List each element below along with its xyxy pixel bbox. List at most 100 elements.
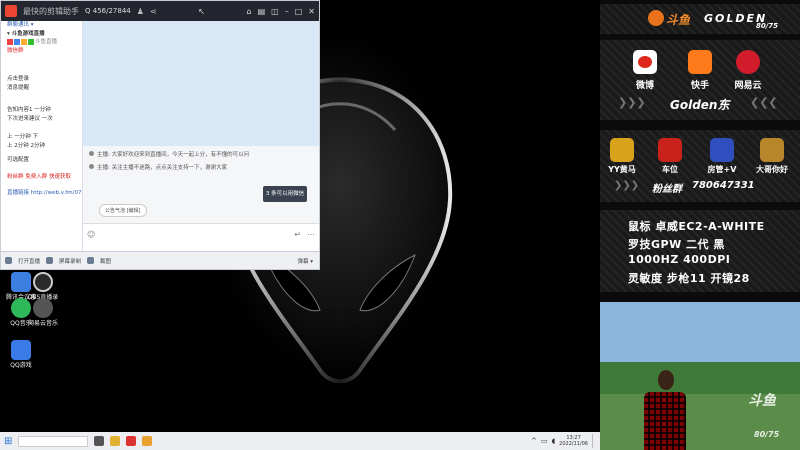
chevron-left-icon: ❯❯❯ <box>614 180 640 191</box>
message-text: 主播: 大家好欢迎来到直播间，今天一起上分，有不懂的可以问 <box>97 152 250 158</box>
danmaku-toggle[interactable]: 弹幕 ▾ <box>297 257 319 265</box>
chat-banner <box>83 21 319 146</box>
share-icon[interactable]: ⋖ <box>150 7 157 16</box>
game-label: 大哥你好 <box>756 165 788 174</box>
netease-icon <box>33 298 53 318</box>
sidebar-group[interactable]: ▾ 斗鱼游戏直播 <box>1 30 82 39</box>
footer-item[interactable]: 屏幕录制 <box>59 257 81 265</box>
minimize-icon[interactable]: – <box>285 7 289 16</box>
specs-card: 鼠标 卓威EC2-A-WHITE 罗技GPW 二代 黑 1000HZ 400DP… <box>600 210 800 292</box>
close-icon[interactable]: ✕ <box>308 7 315 16</box>
taskbar-search[interactable] <box>18 435 89 447</box>
fan-group-number: 780647331 <box>692 180 755 191</box>
fan-group-label: 粉丝群 <box>652 184 682 195</box>
spec-line: 罗技GPW 二代 黑 <box>628 238 725 251</box>
show-desktop[interactable] <box>592 434 596 448</box>
home-icon[interactable]: ⌂ <box>247 7 252 16</box>
spec-line: 1000HZ 400DPI <box>628 253 731 266</box>
qqgame-icon <box>11 340 31 360</box>
brand-name: 斗鱼 <box>666 13 691 27</box>
sidebar-row[interactable]: 可选配置 <box>1 156 82 165</box>
record-icon <box>46 257 54 264</box>
moderator-icon <box>710 138 734 162</box>
screenshot-icon <box>87 257 95 264</box>
maximize-icon[interactable]: □ <box>295 7 303 16</box>
sidebar-badges: 斗鱼直播 <box>1 38 82 47</box>
kuaishou-icon <box>688 50 712 74</box>
sidebar-row[interactable]: 点击登录 <box>1 75 82 84</box>
douyu-icon[interactable] <box>126 436 137 446</box>
social-label: 快手 <box>690 81 709 91</box>
photo-watermark: 斗鱼 <box>748 393 776 409</box>
message: 主播: 大家好欢迎来到直播间，今天一起上分，有不懂的可以问 <box>89 150 313 158</box>
windows-start-icon[interactable]: ⊞ <box>4 436 12 447</box>
games-card: YY黄马 车位 房管+V 大哥你好 ❯❯❯ 粉丝群 780647331 <box>600 130 800 202</box>
chevron-left-icon: ❯❯❯ <box>618 96 646 109</box>
message-list: 主播: 大家好欢迎来到直播间，今天一起上分，有不懂的可以问 主播: 关注主播不迷… <box>83 146 319 180</box>
sidebar-row[interactable]: 粉丝群 免费入群 快速获取 <box>1 173 82 182</box>
tray-arrow-icon[interactable]: ^ <box>531 437 537 445</box>
yy-icon <box>610 138 634 162</box>
network-icon[interactable]: ▭ <box>541 437 548 445</box>
game-icon[interactable]: ◫ <box>271 7 279 16</box>
window-footer: 打开直播 屏幕录制 截图 弹幕 ▾ <box>1 251 319 269</box>
badge-icon <box>28 39 34 46</box>
doc-icon[interactable]: ▤ <box>258 7 266 16</box>
sidebar-row[interactable]: 微信群 <box>1 47 82 56</box>
chevron-right-icon: ❮❮❮ <box>750 96 778 109</box>
social-label: 网易云 <box>734 81 762 91</box>
sidebar-row[interactable]: 消息提醒 <box>1 84 82 93</box>
emoji-icon[interactable]: ☺ <box>87 230 95 239</box>
sidebar-row[interactable]: 上 2分钟 2分钟 <box>1 142 82 151</box>
sidebar-row[interactable]: 直播链接 http://web.v.fm/0721/0 <box>1 189 82 198</box>
avatar-icon <box>89 164 94 169</box>
enter-icon[interactable]: ↵ <box>294 230 301 239</box>
message: 主播: 关注主播不迷路，点点关注支持一下，谢谢大家 <box>89 163 313 171</box>
send-button[interactable]: 3 条可以用微信 <box>263 186 307 202</box>
message-text: 主播: 关注主播不迷路，点点关注支持一下，谢谢大家 <box>97 165 228 171</box>
sidebar-row[interactable]: 告知内容1 一分钟 <box>1 106 82 115</box>
sidebar-top-label[interactable]: 群聊通讯 ▾ <box>1 21 82 30</box>
footer-item[interactable]: 截图 <box>100 257 111 265</box>
taskbar: ⊞ ^ ▭ ◖ 13:27 2022/11/06 <box>0 432 600 450</box>
footer-item[interactable]: 打开直播 <box>18 257 40 265</box>
volume-icon[interactable]: ◖ <box>551 437 555 445</box>
brand-header: 斗鱼 GOLDEN 80/75 <box>600 4 800 34</box>
room-tag: 80/75 <box>756 22 779 30</box>
cursor-icon: ↖ <box>198 6 205 16</box>
webcam-feed: 斗鱼 80/75 <box>600 302 800 450</box>
badge-icon <box>7 39 13 46</box>
taskview-icon[interactable] <box>94 436 105 446</box>
app-icon[interactable] <box>142 436 153 446</box>
sidebar-row[interactable]: 斗鱼直播 <box>35 38 57 47</box>
weibo-icon <box>633 50 657 74</box>
stream-overlay-panel: 斗鱼 GOLDEN 80/75 微博 快手 网易云 ❯❯❯ Golden东 ❮❮… <box>600 0 800 450</box>
clock[interactable]: 13:27 2022/11/06 <box>559 435 588 447</box>
person-head <box>658 370 674 390</box>
user-icon[interactable]: ♟ <box>137 7 144 16</box>
message-input[interactable]: 公告气泡 [编辑] ☺ ↵ ⋯ <box>83 204 319 251</box>
desktop-icon-qqgame[interactable]: QQ游戏 <box>4 340 38 369</box>
announcement-pill[interactable]: 公告气泡 [编辑] <box>99 204 147 217</box>
game-label: 房管+V <box>707 165 737 174</box>
badge-icon <box>14 39 20 46</box>
obs-icon <box>33 272 53 292</box>
chat-window: 最快的剪辑助手 Q 456/27844 ♟ ⋖ ↖ ⌂ ▤ ◫ – □ ✕ 群聊… <box>0 0 320 270</box>
app-logo-icon <box>5 5 17 17</box>
desktop-icon-label: 网易云音乐 <box>27 320 58 327</box>
sidebar-row[interactable]: 上 一分钟 下 <box>1 133 82 142</box>
sidebar-row[interactable]: 下次进来建议 一次 <box>1 115 82 124</box>
live-icon <box>5 257 12 264</box>
desktop-icon-netease[interactable]: 网易云音乐 <box>26 298 60 327</box>
explorer-icon[interactable] <box>110 436 121 446</box>
game-label: YY黄马 <box>608 165 636 174</box>
social-card: 微博 快手 网易云 ❯❯❯ Golden东 ❮❮❮ <box>600 40 800 120</box>
streamer-name: Golden东 <box>670 98 730 112</box>
avatar-icon <box>89 151 94 156</box>
social-label: 微博 <box>635 81 654 91</box>
more-icon[interactable]: ⋯ <box>307 230 315 239</box>
